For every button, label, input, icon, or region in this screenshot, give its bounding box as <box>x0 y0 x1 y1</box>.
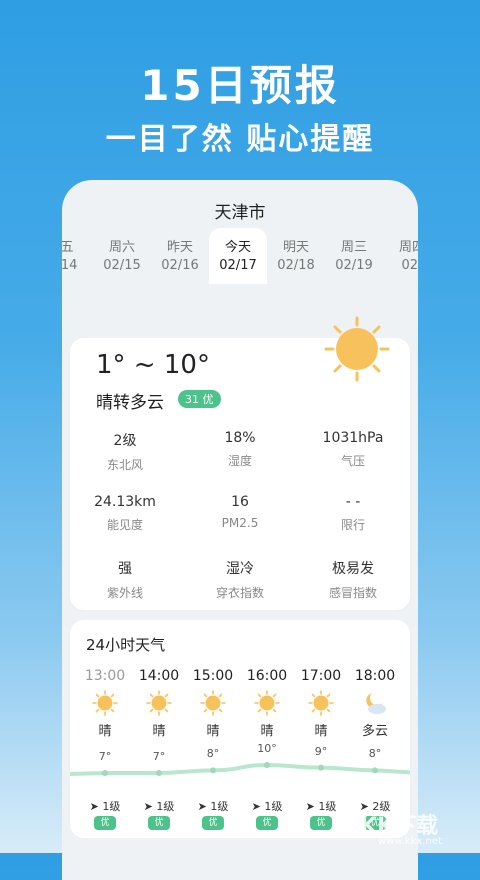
temperature-range: 1° ~ 10° <box>96 350 210 380</box>
hourly-card: 24小时天气 13:00 晴 7° ➤ 1级优 14:00 晴 7° ➤ 1级优 15:00 晴 8… <box>70 620 410 838</box>
hour-wind: ➤ 1级 <box>251 800 283 813</box>
temperature-point <box>318 764 324 771</box>
hour-time: 16:00 <box>246 668 288 684</box>
hour-time: 14:00 <box>138 668 180 684</box>
hourly-item: 13:00 晴 <box>78 668 132 739</box>
hourly-item: 17:00 晴 <box>294 668 348 739</box>
hour-condition: 晴 <box>314 724 328 739</box>
tab-day-2[interactable]: 昨天 02/16 <box>151 228 209 274</box>
hour-time: 15:00 <box>192 668 234 684</box>
city-name[interactable]: 天津市 <box>62 198 418 223</box>
watermark-url: www.kkx.net <box>378 836 442 847</box>
wind-arrow-icon: ➤ <box>197 800 207 813</box>
hero-title: 15日预报 <box>140 61 340 110</box>
aqi-badge[interactable]: 31 优 <box>178 390 221 408</box>
temperature-point <box>264 762 270 768</box>
temperature-point <box>372 767 378 774</box>
metric-wind: 2级 东北风 <box>106 433 143 472</box>
metric-pressure: 1031hPa 气压 <box>322 430 384 468</box>
wind-arrow-icon: ➤ <box>143 800 153 813</box>
temperature-curve <box>70 762 410 776</box>
hour-wind: ➤ 1级 <box>305 800 337 813</box>
hour-condition: 晴 <box>260 724 274 739</box>
sun-icon <box>324 316 390 382</box>
tab-day-4[interactable]: 明天 02/18 <box>267 228 325 274</box>
tab-day-5[interactable]: 周三 02/19 <box>325 228 383 274</box>
hero-subtitle: 一目了然 贴心提醒 <box>105 122 375 157</box>
metric-pm25: 16 PM2.5 <box>221 494 259 530</box>
sun-icon <box>200 690 226 716</box>
temperature-point <box>156 770 162 776</box>
hour-aq-badge: 优 <box>148 816 170 830</box>
day-tabs: 五/14 周六02/15 昨天02/16 今天02/17 明天02/18 周三0… <box>62 228 418 284</box>
temperature-point <box>210 767 216 774</box>
metric-cold[interactable]: 极易发 感冒指数 <box>298 558 408 601</box>
hour-time: 13:00 <box>84 668 126 684</box>
wind-arrow-icon: ➤ <box>251 800 261 813</box>
moon-cloud-icon <box>366 693 386 714</box>
hour-aq-badge: 优 <box>94 816 116 830</box>
tab-day-today[interactable]: 今天 02/17 <box>209 228 267 284</box>
hour-condition: 晴 <box>152 724 166 739</box>
metric-visibility: 24.13km 能见度 <box>94 494 156 532</box>
metric-restriction: - - 限行 <box>340 494 365 532</box>
hourly-item: 15:00 晴 <box>186 668 240 739</box>
hour-aq-badge: 优 <box>202 816 224 830</box>
hourly-item: 18:00 多云 <box>348 668 402 739</box>
hourly-item: 16:00 晴 <box>240 668 294 739</box>
wind-arrow-icon: ➤ <box>89 800 99 813</box>
sun-icon <box>146 690 172 716</box>
temperature-point <box>102 770 108 776</box>
wind-arrow-icon: ➤ <box>305 800 315 813</box>
tab-day-6[interactable]: 周四02/ <box>383 228 418 274</box>
hour-aq-badge: 优 <box>256 816 278 830</box>
metric-dressing[interactable]: 湿冷 穿衣指数 <box>185 558 295 601</box>
metric-humidity: 18% 湿度 <box>224 430 256 468</box>
sun-icon <box>254 690 280 716</box>
hour-temperature: 10° <box>257 742 277 755</box>
tab-day-1[interactable]: 周六 02/15 <box>93 228 151 274</box>
tab-day-0[interactable]: 五/14 <box>62 228 96 274</box>
metric-uv[interactable]: 强紫外线 <box>70 558 180 601</box>
hourly-item: 14:00 晴 <box>132 668 186 739</box>
hour-condition: 晴 <box>98 724 112 739</box>
weather-condition: 晴转多云 <box>96 393 164 413</box>
hour-time: 18:00 <box>354 668 396 684</box>
today-card: 1° ~ 10° 晴转多云 31 优 2级 东北风 18% 湿度 1031hPa 气压… <box>70 316 410 610</box>
hourly-title: 24小时天气 <box>86 636 166 654</box>
hour-condition: 晴 <box>206 724 220 739</box>
hour-wind: ➤ 1级 <box>197 800 229 813</box>
hour-time: 17:00 <box>300 668 342 684</box>
sun-icon <box>308 690 334 716</box>
hour-wind: ➤ 1级 <box>143 800 175 813</box>
sun-icon <box>92 690 118 716</box>
hour-condition: 多云 <box>361 724 388 739</box>
hour-aq-badge: 优 <box>310 816 332 830</box>
hour-wind: ➤ 1级 <box>89 800 121 813</box>
phone-screen: 天津市 五/14 周六02/15 昨天02/16 今天02/17 明天02/18… <box>62 180 418 880</box>
